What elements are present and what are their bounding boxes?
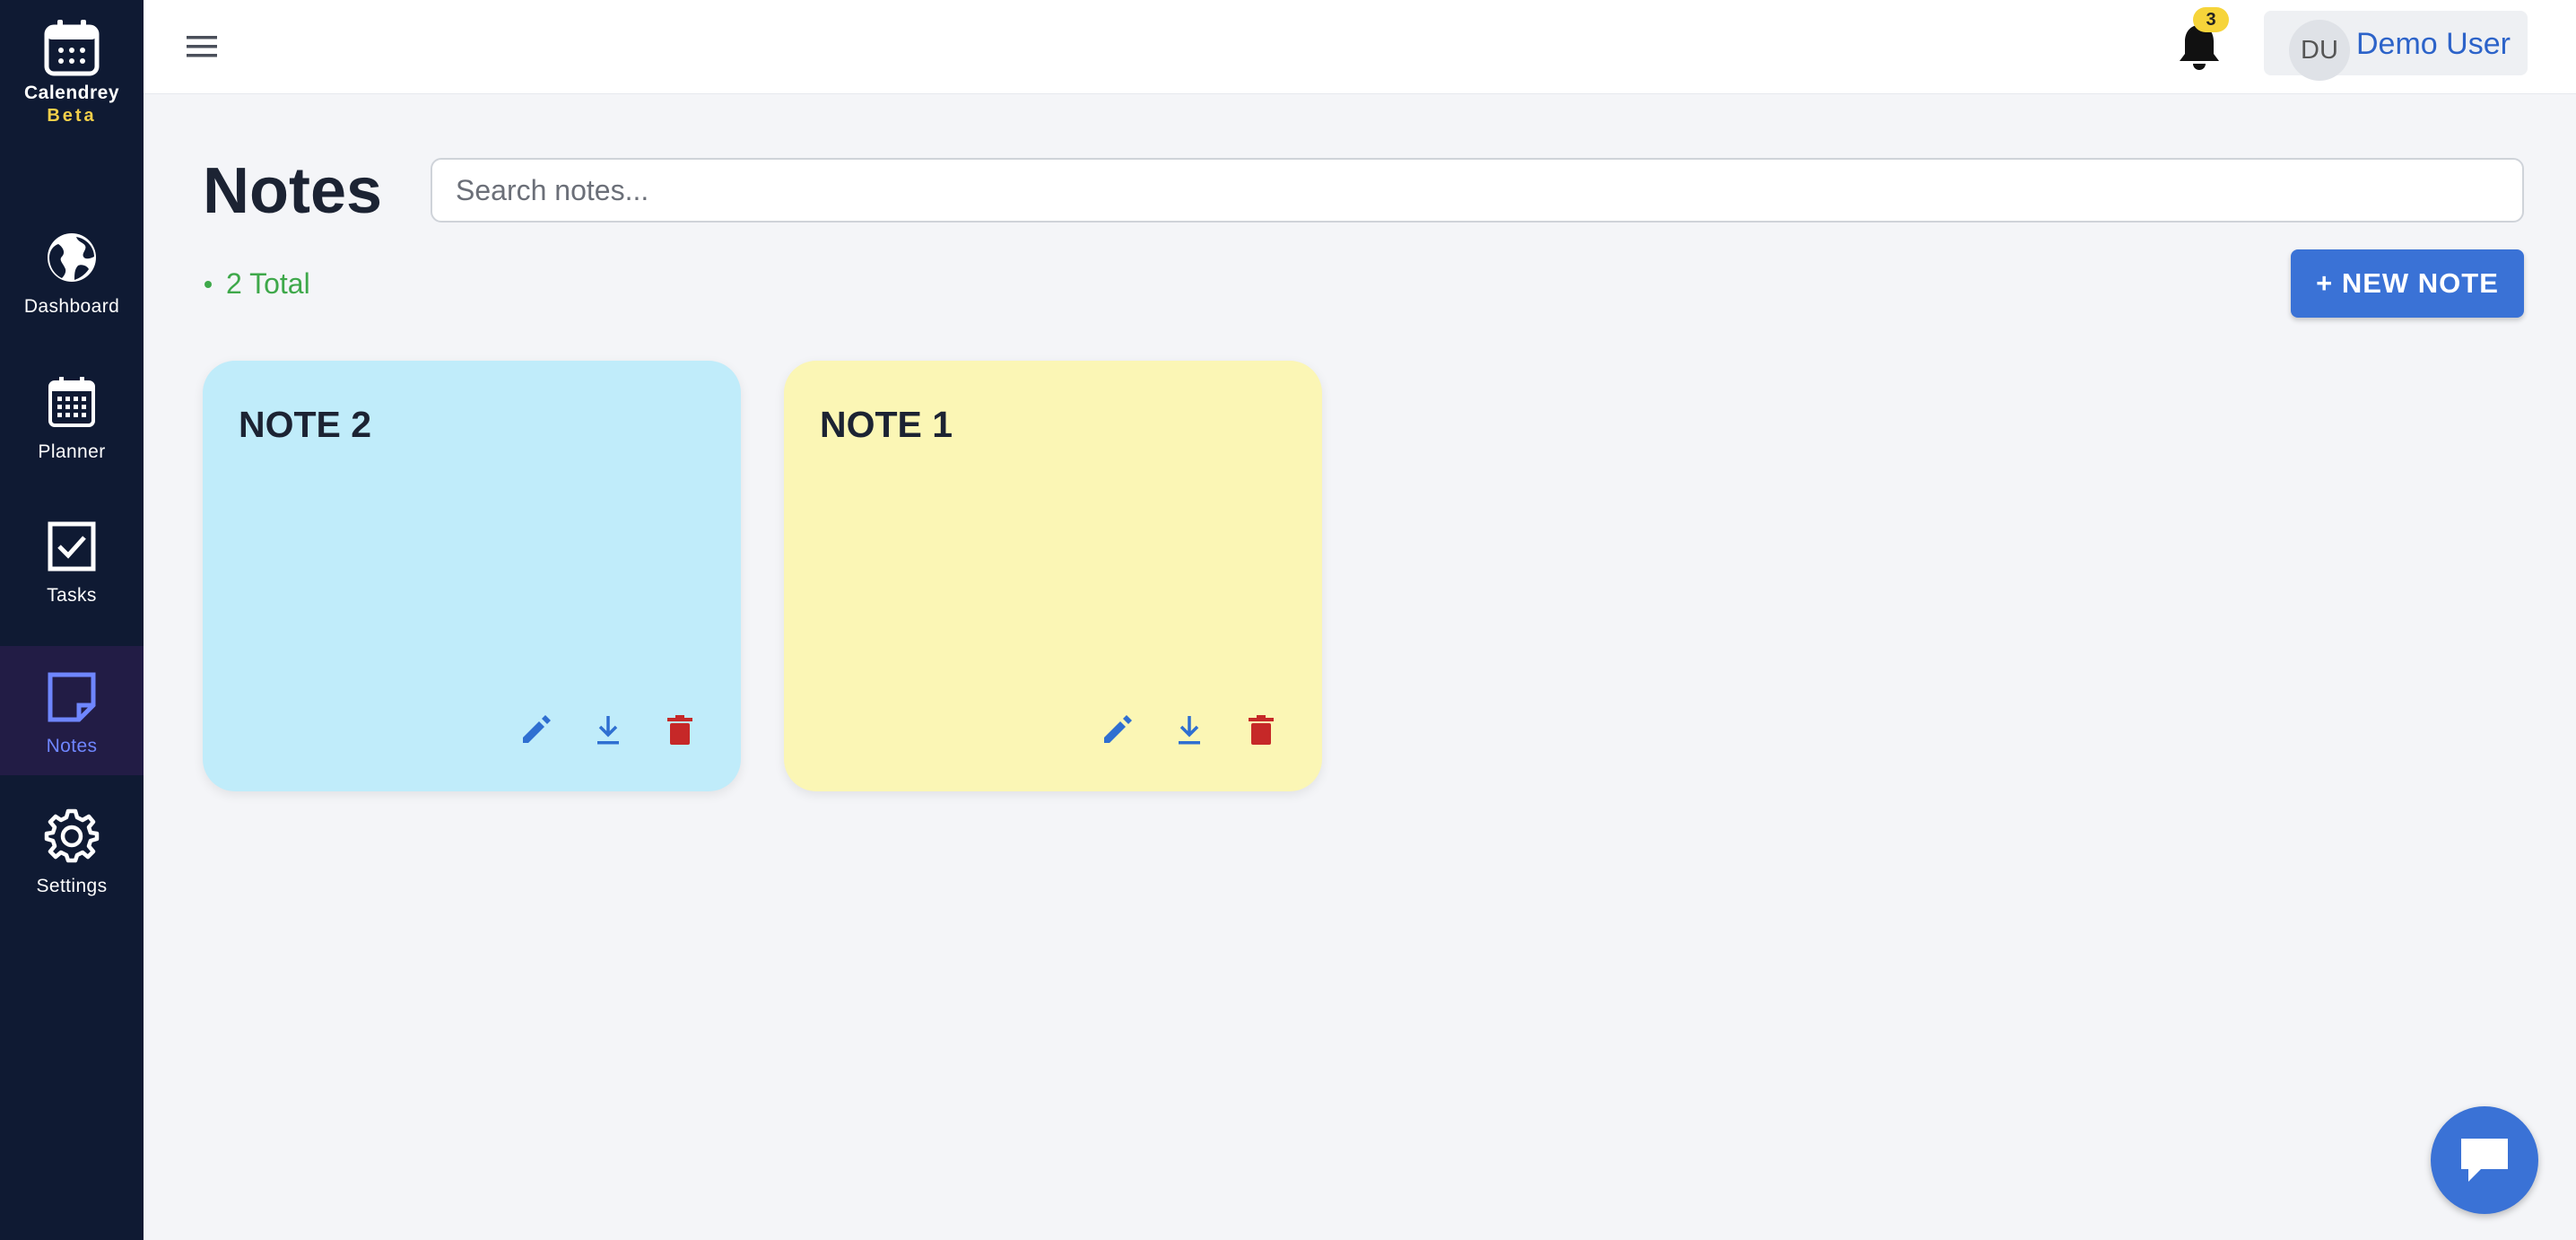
download-icon[interactable]	[1171, 712, 1207, 748]
sidebar-item-label: Notes	[46, 736, 98, 756]
new-note-button[interactable]: + NEW NOTE	[2291, 249, 2524, 318]
globe-icon	[48, 233, 96, 282]
note-card[interactable]: NOTE 1	[784, 361, 1322, 791]
calendar-icon	[48, 377, 95, 427]
total-label: 2 Total	[226, 267, 310, 300]
brand-name: Calendrey	[23, 83, 120, 103]
note-actions	[485, 712, 698, 748]
sidebar-item-label: Planner	[38, 441, 106, 462]
menu-icon[interactable]	[183, 27, 222, 66]
note-title: NOTE 2	[239, 404, 372, 445]
brand-tag: Beta	[47, 106, 97, 126]
bullet-dot	[205, 280, 212, 288]
sidebar-item-settings[interactable]: Settings	[0, 808, 144, 937]
note-title: NOTE 1	[820, 404, 953, 445]
sidebar-item-label: Dashboard	[23, 296, 120, 317]
note-card[interactable]: NOTE 2	[203, 361, 741, 791]
brand[interactable]: Calendrey Beta	[0, 18, 144, 127]
total-count: 2 Total	[205, 267, 310, 301]
chat-button[interactable]	[2431, 1106, 2538, 1214]
gear-icon	[44, 808, 100, 863]
sidebar-item-planner[interactable]: Planner	[0, 375, 144, 504]
download-icon[interactable]	[590, 712, 626, 748]
avatar: DU	[2289, 20, 2350, 81]
sidebar: Calendrey Beta Dashboard Planner Tasks N…	[0, 0, 144, 1240]
edit-icon[interactable]	[518, 712, 553, 748]
edit-icon[interactable]	[1099, 712, 1135, 748]
note-actions	[1066, 712, 1279, 748]
search-input[interactable]	[431, 158, 2524, 223]
delete-icon[interactable]	[1243, 712, 1279, 748]
sidebar-item-notes[interactable]: Notes	[0, 646, 144, 775]
page-title: Notes	[203, 155, 383, 227]
checkbox-icon	[48, 521, 96, 572]
sidebar-item-label: Tasks	[47, 585, 97, 606]
user-name: Demo User	[2356, 27, 2511, 61]
sidebar-item-tasks[interactable]: Tasks	[0, 520, 144, 650]
calendar-logo-icon	[44, 20, 100, 76]
notification-badge: 3	[2193, 7, 2229, 32]
sidebar-item-label: Settings	[36, 876, 108, 896]
delete-icon[interactable]	[662, 712, 698, 748]
top-bar: 3 DU Demo User	[144, 0, 2576, 94]
chat-icon	[2461, 1139, 2508, 1182]
note-icon	[48, 672, 96, 722]
user-menu[interactable]: DU Demo User	[2264, 11, 2528, 81]
sidebar-item-dashboard[interactable]: Dashboard	[0, 231, 144, 361]
